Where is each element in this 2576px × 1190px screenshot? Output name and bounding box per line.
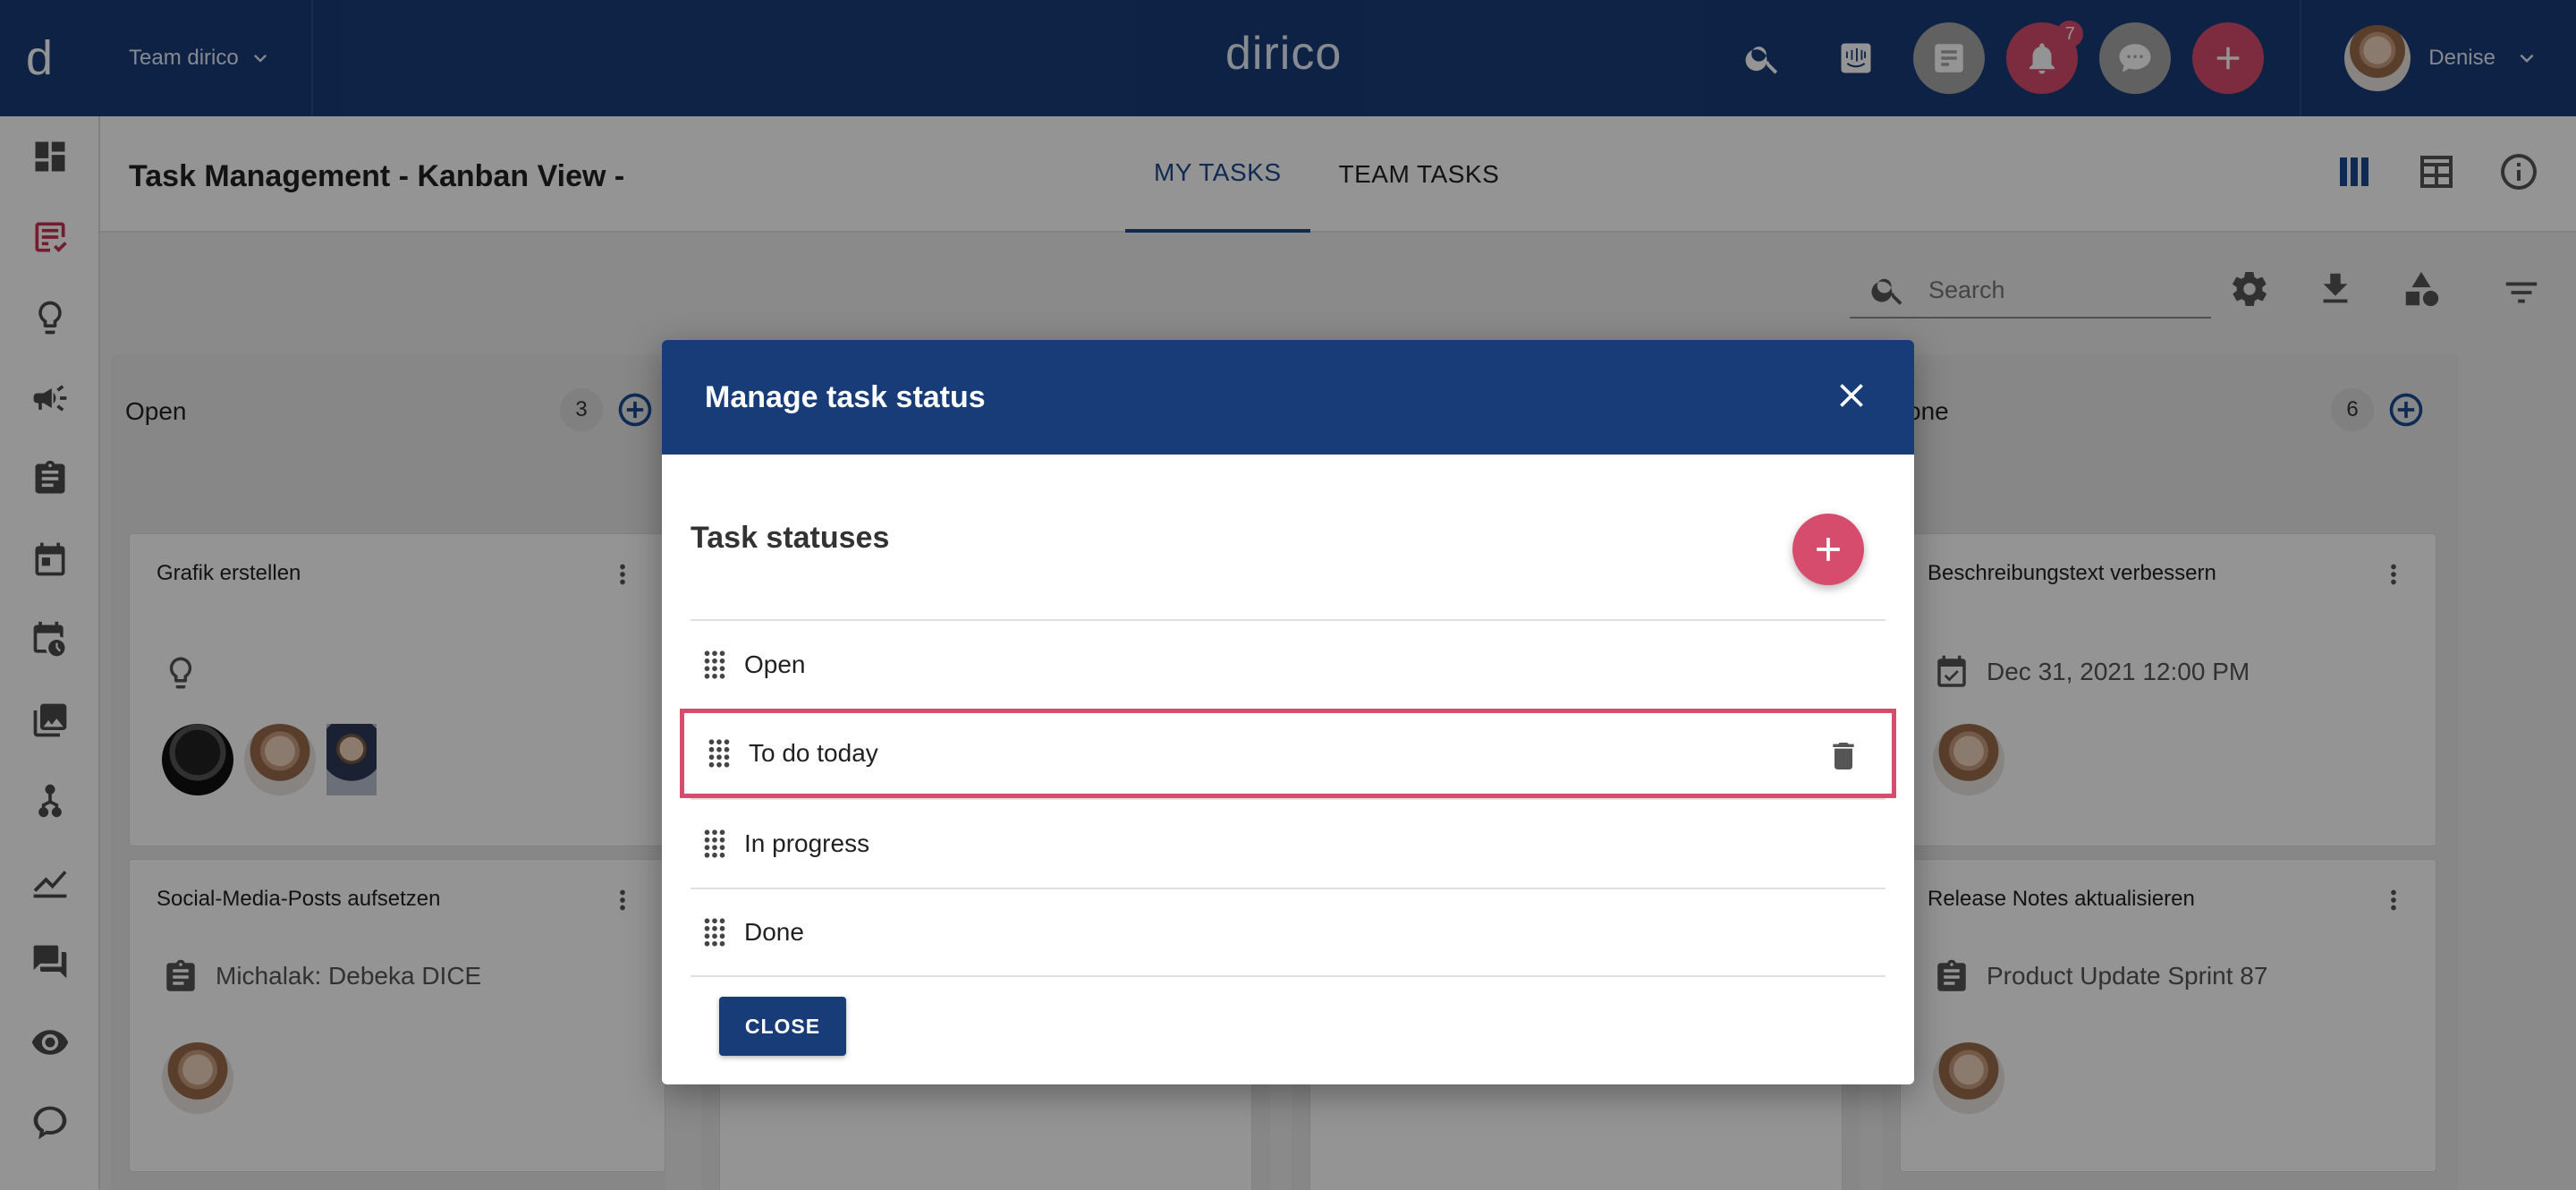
drag-handle-icon[interactable] [706,738,733,769]
status-row-to-do-today[interactable]: To do today [680,709,1896,798]
status-label: Open [744,650,806,678]
dialog-header: Manage task status [662,340,1914,455]
drag-handle-icon[interactable] [701,829,728,859]
delete-status-button[interactable] [1826,738,1861,778]
drag-handle-icon[interactable] [701,650,728,680]
status-list: Open To do today In progress Done [680,619,1896,977]
status-label: Done [744,918,804,946]
plus-icon [1817,538,1840,561]
dialog-title: Manage task status [705,379,986,414]
close-icon [1840,383,1863,407]
status-row-done[interactable]: Done [691,888,1885,977]
manage-task-status-dialog: Manage task status Task statuses Open To… [662,340,1914,1084]
status-row-open[interactable]: Open [691,619,1885,709]
dialog-close-button[interactable] [1832,376,1871,420]
add-status-button[interactable] [1792,514,1864,585]
status-label: To do today [749,739,878,767]
drag-handle-icon[interactable] [701,917,728,948]
trash-icon [1833,743,1854,769]
status-label: In progress [744,829,870,857]
close-button[interactable]: CLOSE [719,997,846,1056]
status-row-in-progress[interactable]: In progress [691,798,1885,888]
section-title: Task statuses [691,521,890,555]
